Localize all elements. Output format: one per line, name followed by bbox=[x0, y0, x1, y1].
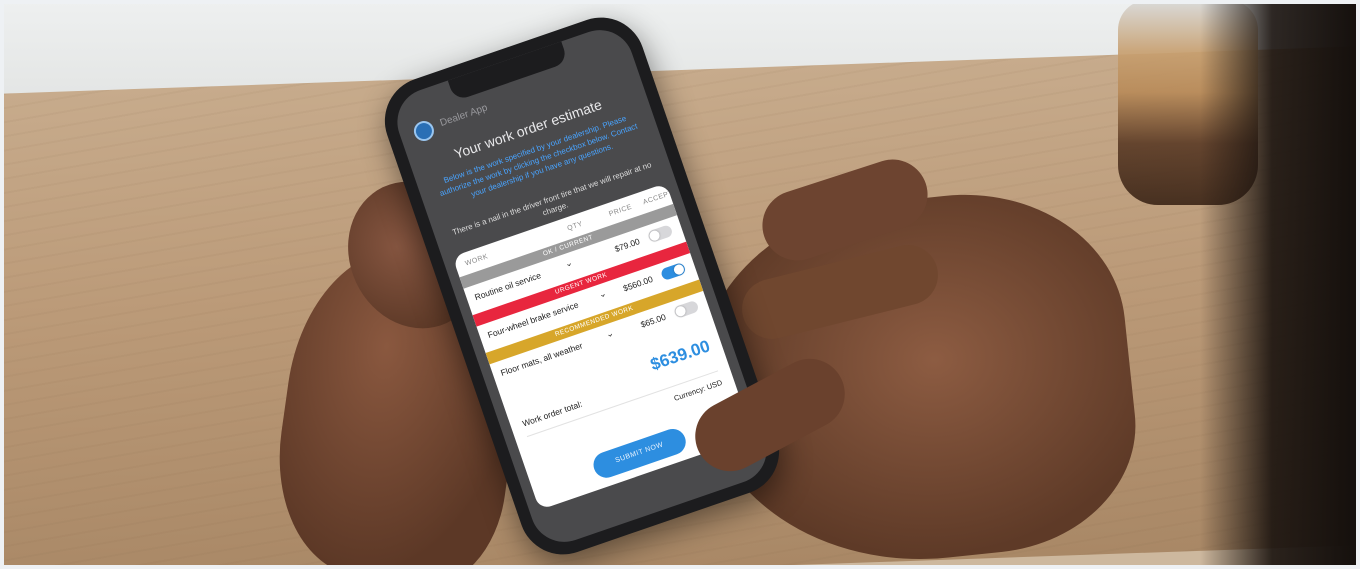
item-price: $560.00 bbox=[621, 273, 655, 294]
column-qty: QTY bbox=[566, 220, 584, 233]
column-work: WORK bbox=[464, 253, 490, 268]
total-amount: $639.00 bbox=[648, 336, 713, 375]
toggle-knob bbox=[674, 304, 687, 318]
currency-label: Currency: USD bbox=[672, 377, 724, 403]
column-price: PRICE bbox=[608, 203, 634, 219]
photo-scene: Dealer App Your work order estimate Belo… bbox=[0, 0, 1360, 569]
app-logo-icon bbox=[411, 118, 437, 144]
toggle-knob bbox=[672, 263, 686, 276]
item-price: $65.00 bbox=[639, 311, 668, 330]
chevron-down-icon[interactable]: ⌄ bbox=[597, 288, 608, 301]
submit-button[interactable]: SUBMIT NOW bbox=[590, 425, 690, 482]
chevron-down-icon[interactable]: ⌄ bbox=[563, 257, 574, 270]
toggle-knob bbox=[648, 229, 661, 242]
accept-toggle[interactable] bbox=[659, 261, 687, 282]
item-price: $79.00 bbox=[613, 236, 642, 255]
chevron-down-icon[interactable]: ⌄ bbox=[605, 328, 616, 341]
person-shadow bbox=[1200, 0, 1360, 569]
app-name: Dealer App bbox=[438, 102, 490, 129]
divider bbox=[526, 370, 719, 438]
accept-toggle[interactable] bbox=[672, 299, 700, 319]
total-label: Work order total: bbox=[521, 398, 584, 429]
column-accept: ACCEPT bbox=[642, 189, 675, 207]
accept-toggle[interactable] bbox=[646, 224, 674, 244]
